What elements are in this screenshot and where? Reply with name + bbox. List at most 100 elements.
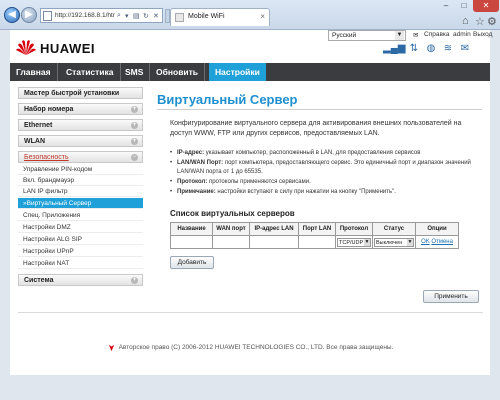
star-icon[interactable]: ☆ <box>475 15 485 28</box>
home-icon[interactable]: ⌂ <box>462 15 469 27</box>
tab-title: Mobile WiFi <box>188 13 225 20</box>
bullet-ip: IP-адрес: указывает компьютер, расположе… <box>170 149 475 158</box>
url-text: http://192.168.8.1/html/i <box>55 12 115 19</box>
huawei-logo-icon <box>16 40 36 55</box>
col-status: Статус <box>372 222 416 236</box>
help-bullets: IP-адрес: указывает компьютер, расположе… <box>170 149 475 198</box>
col-wan-port: WAN порт <box>212 222 250 236</box>
sidebar-item-dmz[interactable]: Настройки DMZ <box>18 222 143 233</box>
virtual-server-table: Название WAN порт IP-адрес LAN Порт LAN … <box>170 222 459 249</box>
help-icon[interactable]: ✉ <box>413 31 418 39</box>
sidebar-system[interactable]: Система + <box>18 274 143 286</box>
sidebar-security[interactable]: Безопасность − <box>18 151 143 163</box>
menu-update[interactable]: Обновить <box>150 63 206 81</box>
menu-sms[interactable]: SMS <box>119 63 151 81</box>
copyright-text: Авторское право (C) 2006-2012 HUAWEI TEC… <box>118 344 394 352</box>
sidebar-label: WLAN <box>24 138 45 145</box>
col-name: Название <box>170 222 213 236</box>
tab-mobile-wifi[interactable]: Mobile WiFi × <box>170 8 270 26</box>
sidebar-item-lan-ip-filter[interactable]: LAN IP фильтр <box>18 186 143 197</box>
router-page: HUAWEI Русский ▼ ✉ Справка admin Выход ▂… <box>10 30 492 375</box>
sidebar-item-alg-sip[interactable]: Настройки ALG SIP <box>18 234 143 245</box>
forward-button[interactable]: ▶ <box>21 7 37 23</box>
name-input[interactable] <box>170 235 213 249</box>
col-protocol: Протокол <box>335 222 373 236</box>
user-name: admin <box>453 31 471 38</box>
expand-icon: + <box>131 277 138 284</box>
expand-icon: + <box>131 122 138 129</box>
globe-icon: ◍ <box>426 43 436 54</box>
sidebar-item-special-apps[interactable]: Спец. Приложения <box>18 210 143 221</box>
sidebar-wlan[interactable]: WLAN + <box>18 135 143 147</box>
chevron-down-icon: ▼ <box>407 238 413 246</box>
menu-settings[interactable]: Настройки <box>209 63 266 81</box>
maximize-button[interactable]: □ <box>455 0 473 12</box>
compat-icon[interactable]: ▤ <box>133 12 140 20</box>
chevron-down-icon: ▼ <box>395 31 404 40</box>
main-menu: Главная Статистика SMS Обновить Настройк… <box>10 63 490 81</box>
language-value: Русский <box>332 32 357 39</box>
page-description: Конфигурирование виртуального сервера дл… <box>170 120 462 137</box>
protocol-select[interactable]: TCP/UDP ▼ <box>337 237 371 247</box>
status-select[interactable]: Выключен ▼ <box>374 237 414 247</box>
expand-icon: + <box>131 138 138 145</box>
dropdown-icon[interactable]: ▾ <box>125 12 129 20</box>
col-lan-port: Порт LAN <box>298 222 336 236</box>
cancel-link[interactable]: Отмена <box>431 239 453 245</box>
col-options: Опции <box>415 222 459 236</box>
menu-home[interactable]: Главная <box>10 63 58 81</box>
logout-link[interactable]: Выход <box>473 31 492 38</box>
footer-divider <box>18 312 483 313</box>
gear-icon[interactable]: ⚙ <box>487 15 497 28</box>
sidebar-item-pin[interactable]: Управление PIN-кодом <box>18 164 143 175</box>
wifi-icon: ≋ <box>443 43 453 54</box>
server-list-title: Список виртуальных серверов <box>170 209 295 218</box>
browser-toolbar: ◀ ▶ http://192.168.8.1/html/i ⌕ ▾ ▤ ↻ ✕ … <box>0 0 500 30</box>
sidebar-dialup[interactable]: Набор номера + <box>18 103 143 115</box>
lan-ip-input[interactable] <box>249 235 299 249</box>
sidebar-label: Система <box>24 277 54 284</box>
bullet-note: Примечание: настройки вступают в силу пр… <box>170 188 475 197</box>
page-icon <box>43 11 52 21</box>
sidebar-item-virtual-server[interactable]: »Виртуальный Сервер <box>18 198 143 209</box>
table-header-row: Название WAN порт IP-адрес LAN Порт LAN … <box>170 222 459 236</box>
brand-name: HUAWEI <box>40 41 95 56</box>
add-button[interactable]: Добавить <box>170 256 214 269</box>
expand-icon: + <box>131 106 138 113</box>
tab-close-icon[interactable]: × <box>260 12 265 21</box>
sidebar-quick-setup[interactable]: Мастер быстрой установки <box>18 87 143 99</box>
signal-icon: ▂▄▆ <box>383 43 406 54</box>
back-button[interactable]: ◀ <box>4 7 20 23</box>
sidebar-label: Безопасность <box>24 154 69 161</box>
sidebar-item-firewall[interactable]: Вкл. брандмауэр <box>18 175 143 186</box>
page-title: Виртуальный Сервер <box>157 92 298 107</box>
lan-port-input[interactable] <box>298 235 336 249</box>
search-icon[interactable]: ⌕ <box>117 12 121 20</box>
huawei-mini-logo-icon <box>108 344 114 352</box>
favicon-icon <box>175 13 184 22</box>
sidebar-label: Ethernet <box>24 122 53 129</box>
stop-icon[interactable]: ✕ <box>153 12 159 20</box>
address-bar[interactable]: http://192.168.8.1/html/i ⌕ ▾ ▤ ↻ ✕ <box>40 8 163 23</box>
bullet-protocol: Протокол: протоколы применяются сервисам… <box>170 178 475 187</box>
sms-icon: ✉ <box>460 43 470 54</box>
wan-port-input[interactable] <box>212 235 250 249</box>
refresh-icon[interactable]: ↻ <box>143 12 149 20</box>
bullet-port: LAN/WAN Порт: порт компьютера, предостав… <box>170 159 475 177</box>
sidebar-item-nat[interactable]: Настройки NAT <box>18 258 143 269</box>
close-window-button[interactable]: ✕ <box>473 0 499 12</box>
chevron-down-icon: ▼ <box>364 238 370 246</box>
help-link[interactable]: Справка <box>424 31 450 38</box>
network-icon: ⇅ <box>409 43 419 54</box>
sidebar-item-upnp[interactable]: Настройки UPnP <box>18 246 143 257</box>
ok-link[interactable]: OK <box>421 239 430 245</box>
menu-statistics[interactable]: Статистика <box>60 63 121 81</box>
sidebar-ethernet[interactable]: Ethernet + <box>18 119 143 131</box>
table-row: TCP/UDP ▼ Выключен ▼ OK Отмена <box>170 235 459 249</box>
title-divider <box>157 109 482 110</box>
collapse-icon: − <box>131 154 138 161</box>
apply-button[interactable]: Применить <box>423 290 479 303</box>
page-header: HUAWEI Русский ▼ ✉ Справка admin Выход ▂… <box>10 30 492 63</box>
language-select[interactable]: Русский ▼ <box>328 30 406 41</box>
minimize-button[interactable]: – <box>437 0 455 12</box>
